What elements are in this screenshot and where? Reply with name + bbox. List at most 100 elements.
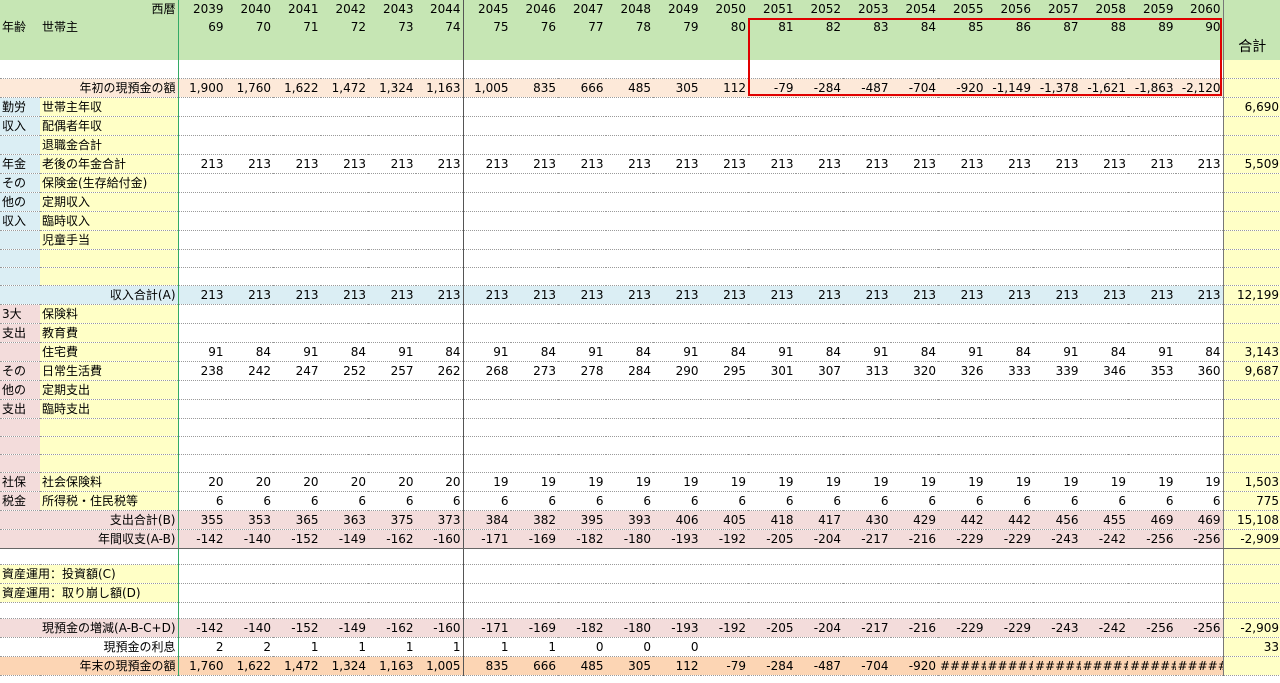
value-cell[interactable]: 666	[510, 656, 558, 676]
value-cell[interactable]: 360	[1175, 361, 1223, 381]
value-cell[interactable]	[843, 399, 891, 419]
value-cell[interactable]	[1033, 399, 1081, 419]
cell[interactable]	[1222, 60, 1280, 79]
value-cell[interactable]: -152	[273, 529, 321, 549]
value-cell[interactable]	[748, 418, 796, 437]
value-cell[interactable]	[890, 249, 938, 268]
value-cell[interactable]	[1033, 637, 1081, 657]
value-cell[interactable]	[700, 323, 748, 343]
value-cell[interactable]: 247	[273, 361, 321, 381]
value-cell[interactable]	[1175, 135, 1223, 155]
value-cell[interactable]	[605, 173, 653, 193]
value-cell[interactable]: 213	[1080, 285, 1128, 305]
value-cell[interactable]	[938, 116, 986, 136]
total-cell[interactable]: 1,503	[1222, 472, 1280, 492]
cell[interactable]	[463, 548, 511, 565]
value-cell[interactable]	[843, 135, 891, 155]
total-cell[interactable]: 3,143	[1222, 342, 1280, 362]
value-cell[interactable]	[225, 116, 273, 136]
value-cell[interactable]	[178, 267, 226, 286]
value-cell[interactable]	[558, 230, 606, 250]
year-cell[interactable]: 2058	[1080, 0, 1128, 18]
value-cell[interactable]: -217	[843, 618, 891, 638]
age-cell[interactable]: 70	[225, 18, 273, 56]
value-cell[interactable]	[273, 230, 321, 250]
value-cell[interactable]: 6	[843, 491, 891, 511]
value-cell[interactable]	[1128, 173, 1176, 193]
value-cell[interactable]: 418	[748, 510, 796, 530]
value-cell[interactable]: -169	[510, 618, 558, 638]
cell[interactable]	[40, 548, 179, 565]
total-cell[interactable]	[1222, 211, 1280, 231]
value-cell[interactable]	[1080, 230, 1128, 250]
value-cell[interactable]	[1128, 418, 1176, 437]
total-cell[interactable]	[1222, 135, 1280, 155]
value-cell[interactable]: 485	[605, 78, 653, 98]
value-cell[interactable]	[1128, 211, 1176, 231]
value-cell[interactable]	[1175, 399, 1223, 419]
value-cell[interactable]	[558, 267, 606, 286]
value-cell[interactable]	[1175, 304, 1223, 324]
value-cell[interactable]: -142	[178, 529, 226, 549]
value-cell[interactable]	[1128, 135, 1176, 155]
value-cell[interactable]: 6	[463, 491, 511, 511]
value-cell[interactable]	[368, 436, 416, 455]
total-cell[interactable]	[1222, 116, 1280, 136]
value-cell[interactable]	[890, 211, 938, 231]
value-cell[interactable]	[273, 583, 321, 603]
value-cell[interactable]	[985, 399, 1033, 419]
value-cell[interactable]: #####	[985, 656, 1033, 676]
value-cell[interactable]	[225, 418, 273, 437]
value-cell[interactable]	[938, 304, 986, 324]
age-cell[interactable]: 88	[1080, 18, 1128, 56]
value-cell[interactable]	[368, 418, 416, 437]
value-cell[interactable]	[320, 399, 368, 419]
total-cell[interactable]: 9,687	[1222, 361, 1280, 381]
value-cell[interactable]: 6	[1080, 491, 1128, 511]
value-cell[interactable]: 19	[463, 472, 511, 492]
value-cell[interactable]: -256	[1128, 529, 1176, 549]
value-cell[interactable]	[795, 192, 843, 212]
value-cell[interactable]	[890, 323, 938, 343]
value-cell[interactable]	[985, 583, 1033, 603]
value-cell[interactable]	[605, 135, 653, 155]
value-cell[interactable]	[558, 399, 606, 419]
value-cell[interactable]: 238	[178, 361, 226, 381]
value-cell[interactable]	[795, 418, 843, 437]
value-cell[interactable]: -243	[1033, 618, 1081, 638]
value-cell[interactable]	[748, 380, 796, 400]
value-cell[interactable]	[605, 323, 653, 343]
cell[interactable]	[1175, 548, 1223, 565]
value-cell[interactable]: 20	[273, 472, 321, 492]
age-cell[interactable]: 80	[700, 18, 748, 56]
cell[interactable]	[653, 548, 701, 565]
age-cell[interactable]: 77	[558, 18, 606, 56]
value-cell[interactable]: 19	[653, 472, 701, 492]
value-cell[interactable]: 6	[1033, 491, 1081, 511]
value-cell[interactable]	[178, 323, 226, 343]
value-cell[interactable]	[558, 211, 606, 231]
value-cell[interactable]: 417	[795, 510, 843, 530]
value-cell[interactable]	[890, 564, 938, 584]
value-cell[interactable]	[510, 135, 558, 155]
value-cell[interactable]	[178, 249, 226, 268]
value-cell[interactable]	[985, 380, 1033, 400]
value-cell[interactable]: -242	[1080, 618, 1128, 638]
value-cell[interactable]	[558, 192, 606, 212]
value-cell[interactable]	[415, 454, 464, 473]
value-cell[interactable]	[605, 116, 653, 136]
value-cell[interactable]	[225, 380, 273, 400]
age-cell[interactable]: 85	[938, 18, 986, 56]
value-cell[interactable]	[320, 454, 368, 473]
value-cell[interactable]	[938, 380, 986, 400]
cell[interactable]	[700, 548, 748, 565]
value-cell[interactable]	[1175, 323, 1223, 343]
value-cell[interactable]: 406	[653, 510, 701, 530]
value-cell[interactable]	[1080, 249, 1128, 268]
value-cell[interactable]	[748, 116, 796, 136]
value-cell[interactable]	[748, 135, 796, 155]
value-cell[interactable]	[463, 249, 511, 268]
value-cell[interactable]	[178, 211, 226, 231]
value-cell[interactable]: -920	[938, 78, 986, 98]
value-cell[interactable]	[748, 637, 796, 657]
